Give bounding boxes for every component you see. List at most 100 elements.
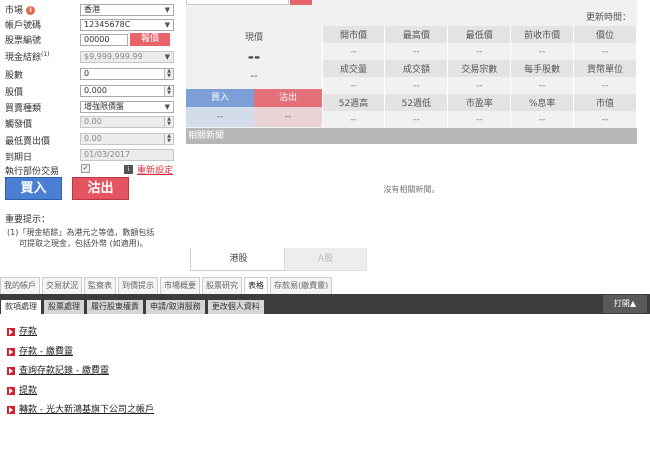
quote-header: 交易宗數 <box>447 60 512 77</box>
main-nav-tabs: 我的帳戶 交易狀況 監察表 到價提示 市場概要 股票研究 表格 存款易(繳費靈) <box>0 277 334 294</box>
quantity-stepper[interactable]: 0 ▲ ▼ <box>80 68 174 80</box>
quote-value: -- <box>384 43 449 60</box>
quote-header: 市值 <box>573 94 637 111</box>
arrow-right-icon <box>7 406 15 414</box>
cash-balance-select[interactable]: $9,999,999.99 ▼ <box>80 51 174 63</box>
notice-text: (1)「現金結餘」為港元之等值，數額包括 可提取之現金，包括外幣 (如適用)。 <box>7 228 155 248</box>
quote-value: -- <box>384 77 449 94</box>
quote-value: -- <box>510 111 575 128</box>
update-time-label: 更新時間： <box>585 13 631 23</box>
open-panel-button[interactable]: 打開▲ <box>603 295 647 313</box>
price-change-value: -- <box>250 71 258 82</box>
chevron-down-icon: ▼ <box>164 103 170 111</box>
trigger-price-label: 觸發價 <box>5 120 33 130</box>
bid-value: -- <box>186 107 254 127</box>
quote-value: -- <box>573 43 637 60</box>
chevron-down-icon: ▼ <box>164 6 170 14</box>
market-label: 市場 i <box>5 3 36 16</box>
price-stepper[interactable]: 0.000 ▲ ▼ <box>80 85 174 97</box>
arrow-right-icon <box>7 347 15 356</box>
quote-button[interactable]: 報價 <box>130 33 170 46</box>
list-item: 轉款 - 光大新鴻基旗下公司之帳戶 <box>7 405 154 425</box>
partial-fill-checkbox[interactable]: ✓ <box>81 164 90 173</box>
tab-forms[interactable]: 表格 <box>244 277 268 294</box>
expiry-label: 到期日 <box>5 153 33 163</box>
spinner-icon[interactable]: ▲ ▼ <box>164 69 173 79</box>
quote-header: 每手股數 <box>510 60 575 77</box>
tab-pps-deposit[interactable]: 存款易(繳費靈) <box>270 277 333 294</box>
order-type-select[interactable]: 增強限價盤 ▼ <box>80 101 174 113</box>
quote-value: -- <box>322 43 386 60</box>
quote-value: -- <box>447 43 512 60</box>
no-news-message: 沒有相關新聞。 <box>383 185 440 194</box>
tab-watchlist[interactable]: 監察表 <box>84 277 116 294</box>
partial-fill-label: 執行部份交易 <box>5 167 60 177</box>
list-item: 查詢存款記錄 - 繳費靈 <box>7 366 154 386</box>
stock-code-input[interactable]: 00000 <box>80 34 128 46</box>
link-withdraw[interactable]: 提款 <box>19 386 37 396</box>
subtab-fund-handling[interactable]: 款項處理 <box>1 300 41 314</box>
tab-a-shares[interactable]: A股 <box>284 248 367 271</box>
market-select[interactable]: 香港 ▼ <box>80 4 174 16</box>
quote-panel: 更新時間： 開市價 最高價 最低價 前收市價 價位 -- -- -- -- --… <box>186 0 637 248</box>
ask-value: -- <box>254 107 322 127</box>
buy-button[interactable]: 買入 <box>5 177 62 200</box>
tab-market-summary[interactable]: 市場概要 <box>160 277 200 294</box>
info-icon[interactable]: i <box>26 6 36 15</box>
min-ask-stepper[interactable]: 0.00 ▲ ▼ <box>80 133 174 145</box>
spinner-icon[interactable]: ▲ ▼ <box>164 117 173 127</box>
bid-header: 買入 <box>186 89 254 107</box>
arrow-right-icon <box>7 386 15 395</box>
link-deposit-pps[interactable]: 存款 - 繳費靈 <box>19 347 73 357</box>
link-deposit[interactable]: 存款 <box>19 327 37 337</box>
tab-price-alert[interactable]: 到價提示 <box>118 277 158 294</box>
news-body: 沒有相關新聞。 <box>186 144 637 248</box>
quote-header: 成交額 <box>384 60 449 77</box>
spinner-icon[interactable]: ▲ ▼ <box>164 86 173 96</box>
arrow-right-icon <box>7 367 15 375</box>
quote-header: 52週低 <box>384 94 449 111</box>
subtab-stock-handling[interactable]: 股票處理 <box>44 300 84 314</box>
quote-header: %息率 <box>510 94 575 111</box>
quote-value: -- <box>573 111 637 128</box>
link-deposit-history[interactable]: 查詢存款記錄 - 繳費靈 <box>19 366 109 376</box>
notice-title: 重要提示： <box>5 215 51 225</box>
sell-button[interactable]: 沽出 <box>72 177 129 200</box>
quote-header: 市盈率 <box>447 94 512 111</box>
reset-link[interactable]: 重新設定 <box>137 163 173 176</box>
tab-trade-status[interactable]: 交易狀況 <box>42 277 82 294</box>
form-link-list: 存款 存款 - 繳費靈 查詢存款記錄 - 繳費靈 提款 轉款 - 光大新鴻基旗下… <box>7 327 154 425</box>
quote-value: -- <box>447 77 512 94</box>
quote-value: -- <box>573 77 637 94</box>
chevron-down-icon: ▼ <box>164 53 170 61</box>
link-transfer[interactable]: 轉款 - 光大新鴻基旗下公司之帳戶 <box>19 405 154 415</box>
price-label: 股價 <box>5 88 24 98</box>
arrow-right-icon <box>7 328 15 336</box>
subtab-personal-info[interactable]: 更改個人資料 <box>207 300 264 314</box>
reset-icon[interactable]: i <box>124 165 133 174</box>
subtab-service-application[interactable]: 申請/取消服務 <box>146 300 205 314</box>
quote-value: -- <box>447 111 512 128</box>
search-input[interactable] <box>186 0 289 5</box>
account-select[interactable]: 12345678C ▼ <box>80 19 174 31</box>
expiry-date-field[interactable]: 01/03/2017 <box>80 149 174 161</box>
quantity-label: 股數 <box>5 71 24 81</box>
account-label: 帳戶號碼 <box>5 21 42 31</box>
min-ask-label: 最低賣出價 <box>5 137 51 147</box>
quote-header: 前收市價 <box>510 26 575 43</box>
chevron-down-icon: ▼ <box>164 21 170 29</box>
tab-hk-stocks[interactable]: 港股 <box>190 248 287 271</box>
quote-header: 開市價 <box>322 26 386 43</box>
quote-value: -- <box>510 43 575 60</box>
quote-header: 52週高 <box>322 94 386 111</box>
trigger-price-stepper[interactable]: 0.00 ▲ ▼ <box>80 116 174 128</box>
tab-stock-research[interactable]: 股票研究 <box>202 277 242 294</box>
subtab-shareholder-rights[interactable]: 履行股東權責 <box>87 300 143 314</box>
tab-my-account[interactable]: 我的帳戶 <box>0 277 40 294</box>
quote-value: -- <box>322 111 386 128</box>
current-price-label: 現價 <box>244 33 263 43</box>
quote-header: 最低價 <box>447 26 512 43</box>
spinner-icon[interactable]: ▲ ▼ <box>164 134 173 144</box>
search-button[interactable] <box>290 0 312 5</box>
quote-header: 貨幣單位 <box>573 60 637 77</box>
